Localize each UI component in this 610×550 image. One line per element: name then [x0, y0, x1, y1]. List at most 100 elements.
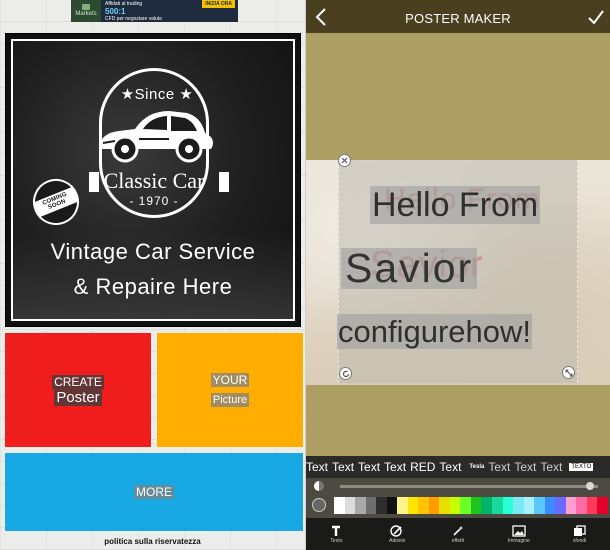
poster-maker-header: POSTER MAKER [306, 0, 610, 33]
opacity-icon [314, 481, 324, 491]
resize-icon [564, 368, 573, 377]
ad-banner[interactable]: Markets Affidati al trading 500:1 CFD pe… [71, 0, 238, 22]
more-button[interactable]: MORE [5, 453, 303, 531]
color-swatch-14[interactable] [481, 497, 492, 514]
ad-brand-icon [82, 4, 90, 10]
checkmark-icon[interactable] [587, 7, 605, 27]
color-swatch-7[interactable] [407, 497, 419, 514]
style-preset-3[interactable]: Text [384, 460, 406, 474]
style-preset-6[interactable]: Tesla [469, 464, 484, 470]
opacity-slider-thumb[interactable] [586, 482, 595, 490]
poster-artwork: ★Since ★ Classic Car - 1970 - COMING SOO… [11, 39, 295, 321]
your-picture-button[interactable]: YOUR Picture [157, 333, 303, 447]
opacity-slider[interactable] [340, 485, 598, 488]
color-swatch-12[interactable] [460, 497, 471, 514]
color-swatch-25[interactable] [597, 497, 608, 514]
left-app-screen: Markets Affidati al trading 500:1 CFD pe… [0, 0, 305, 550]
color-swatch-3[interactable] [365, 497, 377, 514]
since-label: ★Since ★ [120, 86, 194, 103]
toolbar-stickers[interactable]: Adesivi [367, 518, 428, 550]
picture-label-1: YOUR [210, 373, 250, 387]
style-preset-1[interactable]: Text [332, 460, 354, 474]
color-swatch-24[interactable] [586, 497, 598, 514]
rotate-icon [342, 370, 349, 377]
color-swatch-22[interactable] [565, 497, 577, 514]
color-swatch-10[interactable] [439, 497, 450, 514]
magic-wand-icon [453, 525, 463, 536]
ad-cta-button[interactable]: INIZIA ORA [202, 0, 235, 8]
color-swatch-1[interactable] [344, 497, 356, 514]
ad-copy: Affidati al trading 500:1 CFD per negozi… [101, 0, 202, 22]
color-swatch-21[interactable] [555, 497, 566, 514]
coming-soon-stamp: COMING SOON [26, 172, 86, 232]
color-swatch-16[interactable] [502, 497, 514, 514]
toolbar-effects[interactable]: effetti [428, 518, 489, 550]
text-icon [332, 525, 341, 536]
toolbar-image[interactable]: Immagine [488, 518, 549, 550]
canvas-text-line-1[interactable]: Hello From [370, 186, 541, 224]
toolbar-image-label: Immagine [507, 537, 530, 544]
year-label: - 1970 - [129, 194, 179, 208]
toolbar-text-label: Testo [330, 537, 343, 544]
create-poster-button[interactable]: CREATE Poster [5, 333, 151, 447]
color-swatch-2[interactable] [355, 497, 366, 514]
close-icon [341, 157, 348, 164]
toolbar-text[interactable]: Testo [306, 518, 367, 550]
poster-headline-1: Vintage Car Service [50, 239, 256, 264]
canvas-text-line-2[interactable]: Savior [341, 248, 478, 289]
color-swatch-15[interactable] [491, 497, 503, 514]
style-preset-8[interactable]: Text [514, 460, 536, 474]
color-swatch-17[interactable] [513, 497, 524, 514]
toolbar-stickers-label: Adesivi [389, 537, 406, 544]
style-preset-0[interactable]: Text [306, 460, 328, 474]
toolbar-backgrounds[interactable]: sfondi [549, 518, 610, 550]
layers-icon [574, 524, 586, 536]
create-label-2: Poster [54, 388, 102, 406]
coming-soon-text: COMING SOON [33, 186, 79, 218]
poster-preview[interactable]: ★Since ★ Classic Car - 1970 - COMING SOO… [5, 33, 301, 327]
page-title: POSTER MAKER [405, 11, 511, 26]
ad-brand-logo: Markets [71, 0, 101, 22]
color-swatches [334, 497, 608, 514]
color-swatch-13[interactable] [470, 497, 482, 514]
style-preset-9[interactable]: Text [540, 460, 562, 474]
color-swatch-18[interactable] [523, 497, 535, 514]
color-swatch-4[interactable] [376, 497, 387, 514]
privacy-policy-link[interactable]: politica sulla riservatezza [0, 537, 305, 546]
color-swatch-23[interactable] [576, 497, 587, 514]
toolbar-effects-label: effetti [451, 537, 465, 544]
color-swatch-6[interactable] [397, 497, 408, 514]
color-swatch-19[interactable] [534, 497, 545, 514]
classic-car-icon [99, 111, 213, 163]
delete-handle-icon[interactable] [338, 154, 351, 167]
style-preset-2[interactable]: Text [358, 460, 380, 474]
right-app-screen: POSTER MAKER Hello From Savior Hello Fro… [306, 0, 610, 550]
style-preset-7[interactable]: Text [488, 460, 510, 474]
color-swatch-20[interactable] [544, 497, 556, 514]
color-swatch-0[interactable] [334, 497, 345, 514]
color-picker-icon[interactable] [312, 498, 326, 512]
text-style-presets[interactable]: Text Text Text Text RED Text Tesla Text Text Text… [306, 456, 610, 478]
color-controls [306, 478, 610, 518]
canvas-text-line-3[interactable]: configurehow! [337, 314, 533, 349]
brush-icon [390, 524, 402, 537]
poster-headline-2: & Repaire Here [73, 274, 233, 299]
style-preset-5[interactable]: Text [439, 460, 461, 474]
ad-big-value: 500:1 [105, 6, 126, 16]
ad-subline: CFD per negoziare valute [105, 15, 162, 22]
color-swatch-11[interactable] [449, 497, 461, 514]
toolbar-backgrounds-label: sfondi [572, 537, 587, 544]
ad-brand-text: Markets [75, 11, 97, 17]
resize-handle-icon[interactable] [562, 366, 575, 379]
image-icon [512, 524, 526, 537]
bottom-toolbar: Testo Adesivi effetti Immagine sfondi [306, 518, 610, 550]
color-swatch-5[interactable] [386, 497, 398, 514]
rotate-handle-icon[interactable] [339, 367, 352, 380]
more-label: MORE [134, 485, 174, 499]
style-preset-10[interactable]: TEXTO [569, 463, 594, 471]
style-preset-4[interactable]: RED [410, 460, 435, 474]
color-swatch-8[interactable] [418, 497, 429, 514]
ribbon-text: Classic Car [103, 168, 205, 193]
color-swatch-9[interactable] [428, 497, 440, 514]
picture-label-2: Picture [210, 393, 250, 407]
